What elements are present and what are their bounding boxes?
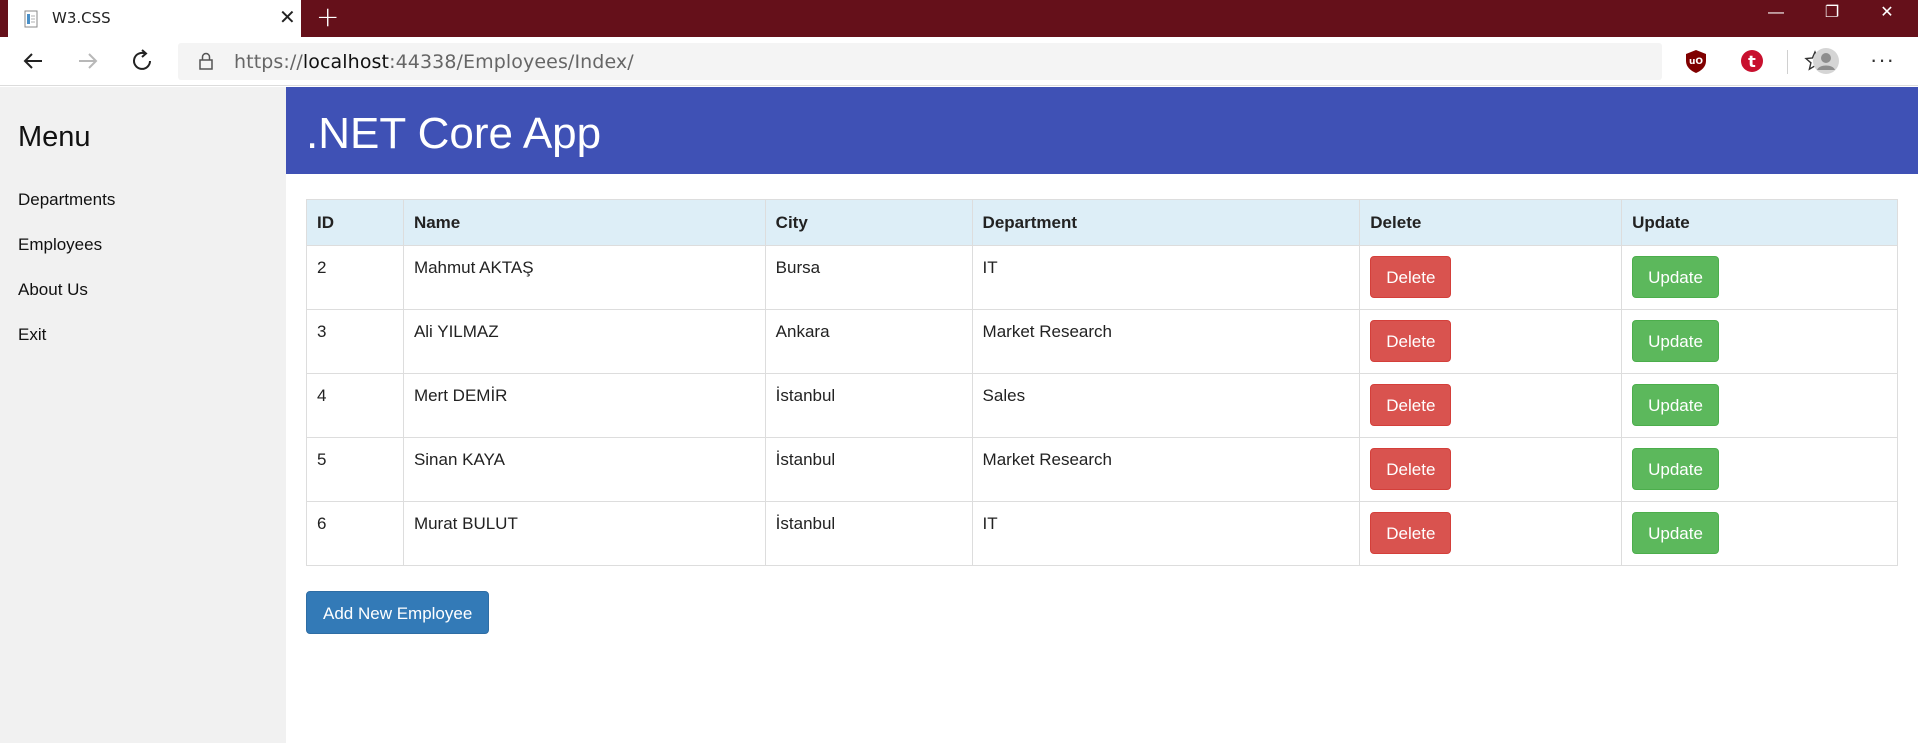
delete-button[interactable]: Delete <box>1370 448 1452 490</box>
cell-department: IT <box>971 501 1361 566</box>
url-text[interactable]: https://localhost:44338/Employees/Index/ <box>234 51 634 73</box>
update-button[interactable]: Update <box>1632 320 1719 362</box>
cell-id: 4 <box>306 373 404 438</box>
cell-id: 3 <box>306 309 404 374</box>
column-header-department: Department <box>971 199 1361 246</box>
browser-tab[interactable]: W3.CSS ✕ <box>8 0 301 37</box>
cell-id: 2 <box>306 245 404 310</box>
browser-titlebar: W3.CSS ✕ + — ❐ ✕ <box>0 0 1918 37</box>
cell-id: 5 <box>306 437 404 502</box>
column-header-city: City <box>764 199 973 246</box>
cell-department: Market Research <box>971 309 1361 374</box>
cell-name: Mert DEMİR <box>402 373 766 438</box>
table-row: 5 Sinan KAYA İstanbul Market Research De… <box>306 437 1898 502</box>
update-button[interactable]: Update <box>1632 512 1719 554</box>
toolbar-divider <box>1787 50 1788 74</box>
tab-close-icon[interactable]: ✕ <box>279 6 296 30</box>
delete-button[interactable]: Delete <box>1370 384 1452 426</box>
page-icon <box>22 10 40 28</box>
cell-delete: Delete <box>1359 245 1623 310</box>
cell-department: Sales <box>971 373 1361 438</box>
table-header-row: ID Name City Department Delete Update <box>306 199 1898 246</box>
url-prefix: https:// <box>234 51 303 73</box>
column-header-id: ID <box>306 199 404 246</box>
cell-department: IT <box>971 245 1361 310</box>
window-restore-button[interactable]: ❐ <box>1809 0 1855 30</box>
browser-toolbar: https://localhost:44338/Employees/Index/… <box>0 37 1918 86</box>
ublock-icon[interactable]: uO <box>1683 48 1709 74</box>
sidebar-item-employees[interactable]: Employees <box>18 235 102 255</box>
column-header-delete: Delete <box>1359 199 1623 246</box>
svg-text:t: t <box>1748 52 1756 71</box>
profile-avatar-icon[interactable] <box>1812 47 1839 74</box>
window-close-button[interactable]: ✕ <box>1864 0 1910 30</box>
cell-city: İstanbul <box>764 501 973 566</box>
cell-city: Bursa <box>764 245 973 310</box>
lock-icon <box>198 52 214 70</box>
app-header: .NET Core App <box>286 87 1918 174</box>
cell-name: Ali YILMAZ <box>402 309 766 374</box>
cell-name: Murat BULUT <box>402 501 766 566</box>
forward-arrow-icon[interactable] <box>72 45 104 77</box>
more-menu-icon[interactable]: ··· <box>1870 47 1895 73</box>
sidebar-item-exit[interactable]: Exit <box>18 325 46 345</box>
cell-delete: Delete <box>1359 373 1623 438</box>
svg-text:uO: uO <box>1689 57 1703 67</box>
url-host: localhost <box>302 51 390 73</box>
page-title: .NET Core App <box>306 109 602 158</box>
cell-delete: Delete <box>1359 437 1623 502</box>
sidebar-item-about-us[interactable]: About Us <box>18 280 88 300</box>
table-row: 3 Ali YILMAZ Ankara Market Research Dele… <box>306 309 1898 374</box>
update-button[interactable]: Update <box>1632 384 1719 426</box>
table-row: 2 Mahmut AKTAŞ Bursa IT Delete Update <box>306 245 1898 310</box>
cell-city: İstanbul <box>764 437 973 502</box>
cell-update: Update <box>1621 501 1898 566</box>
cell-city: Ankara <box>764 309 973 374</box>
delete-button[interactable]: Delete <box>1370 320 1452 362</box>
new-tab-button[interactable]: + <box>316 3 339 31</box>
update-button[interactable]: Update <box>1632 256 1719 298</box>
address-bar[interactable]: https://localhost:44338/Employees/Index/ <box>178 43 1826 80</box>
delete-button[interactable]: Delete <box>1370 512 1452 554</box>
employees-table: ID Name City Department Delete Update 2 … <box>306 199 1898 566</box>
add-new-employee-button[interactable]: Add New Employee <box>306 591 490 634</box>
cell-department: Market Research <box>971 437 1361 502</box>
cell-name: Sinan KAYA <box>402 437 766 502</box>
sidebar-item-departments[interactable]: Departments <box>18 190 115 210</box>
cell-update: Update <box>1621 309 1898 374</box>
cell-update: Update <box>1621 245 1898 310</box>
cell-delete: Delete <box>1359 309 1623 374</box>
column-header-name: Name <box>402 199 766 246</box>
cell-id: 6 <box>306 501 404 566</box>
cell-city: İstanbul <box>764 373 973 438</box>
menu-title: Menu <box>18 121 91 153</box>
delete-button[interactable]: Delete <box>1370 256 1452 298</box>
tab-title: W3.CSS <box>52 9 111 27</box>
column-header-update: Update <box>1621 199 1898 246</box>
window-minimize-button[interactable]: — <box>1753 0 1799 30</box>
cell-update: Update <box>1621 373 1898 438</box>
sidebar: Menu Departments Employees About Us Exit <box>0 87 286 743</box>
url-path: :44338/Employees/Index/ <box>389 51 634 73</box>
back-arrow-icon[interactable] <box>17 45 49 77</box>
table-row: 6 Murat BULUT İstanbul IT Delete Update <box>306 501 1898 566</box>
t-extension-icon[interactable]: t <box>1739 48 1765 74</box>
cell-delete: Delete <box>1359 501 1623 566</box>
refresh-icon[interactable] <box>127 45 159 77</box>
update-button[interactable]: Update <box>1632 448 1719 490</box>
cell-update: Update <box>1621 437 1898 502</box>
cell-name: Mahmut AKTAŞ <box>402 245 766 310</box>
table-row: 4 Mert DEMİR İstanbul Sales Delete Updat… <box>306 373 1898 438</box>
